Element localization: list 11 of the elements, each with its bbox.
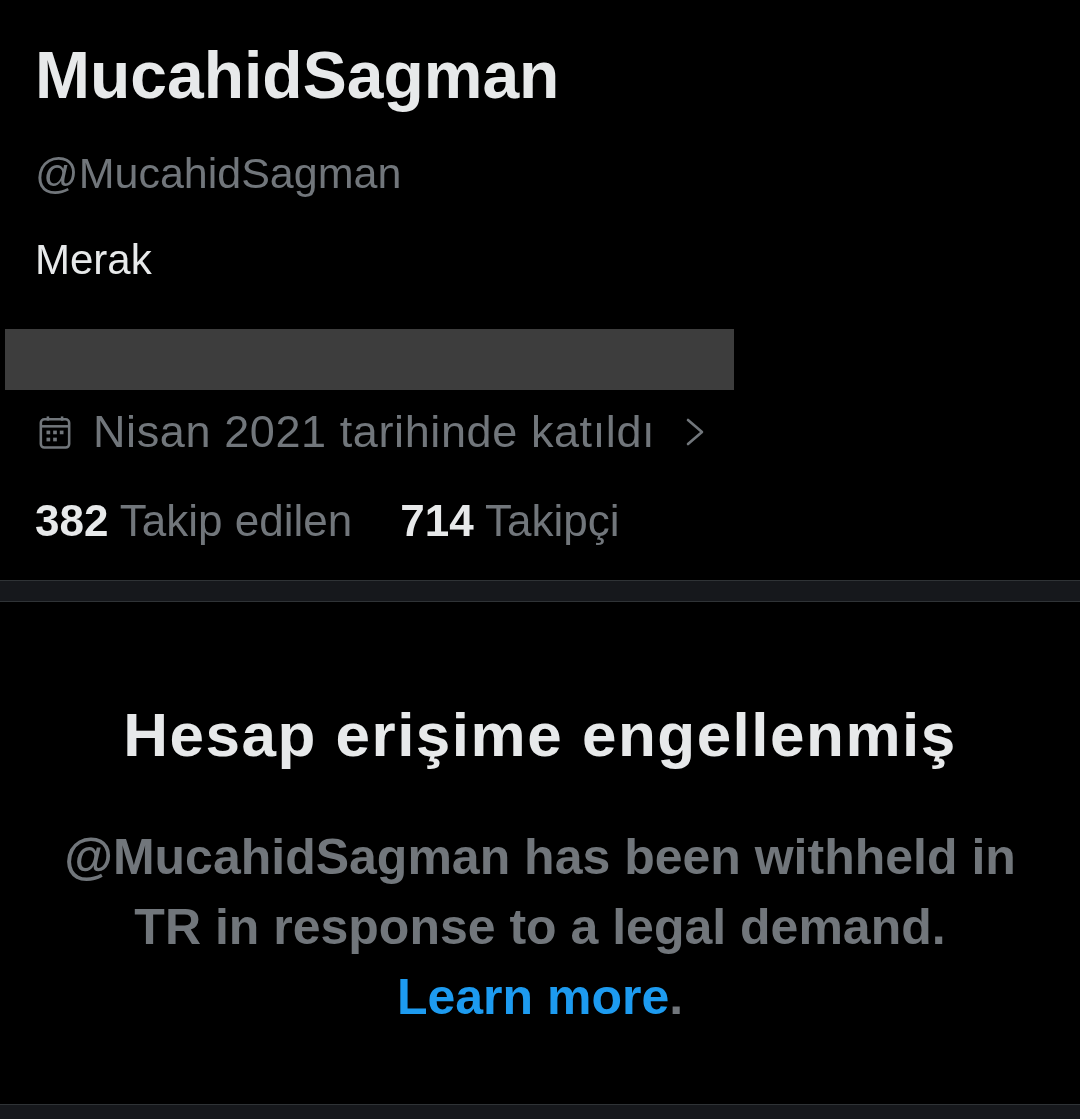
joined-date-button[interactable]: Nisan 2021 tarihinde katıldı [35,406,706,458]
display-name: MucahidSagman [35,37,560,114]
stat-link[interactable]: 714 Takipçi [400,495,620,547]
calendar-icon [38,415,72,449]
username-handle: @MucahidSagman [35,148,402,199]
bio-text: Merak [35,235,152,285]
stat-link[interactable]: 382 Takip edilen [35,495,353,547]
notice-title: Hesap erişime engellenmiş [123,699,957,771]
notice-message: @MucahidSagman has been withheld in TR in response to a legal demand. Learn more. [63,828,1017,1027]
chevron-right-icon [685,418,706,446]
learn-more-link[interactable]: Learn more [396,969,670,1025]
